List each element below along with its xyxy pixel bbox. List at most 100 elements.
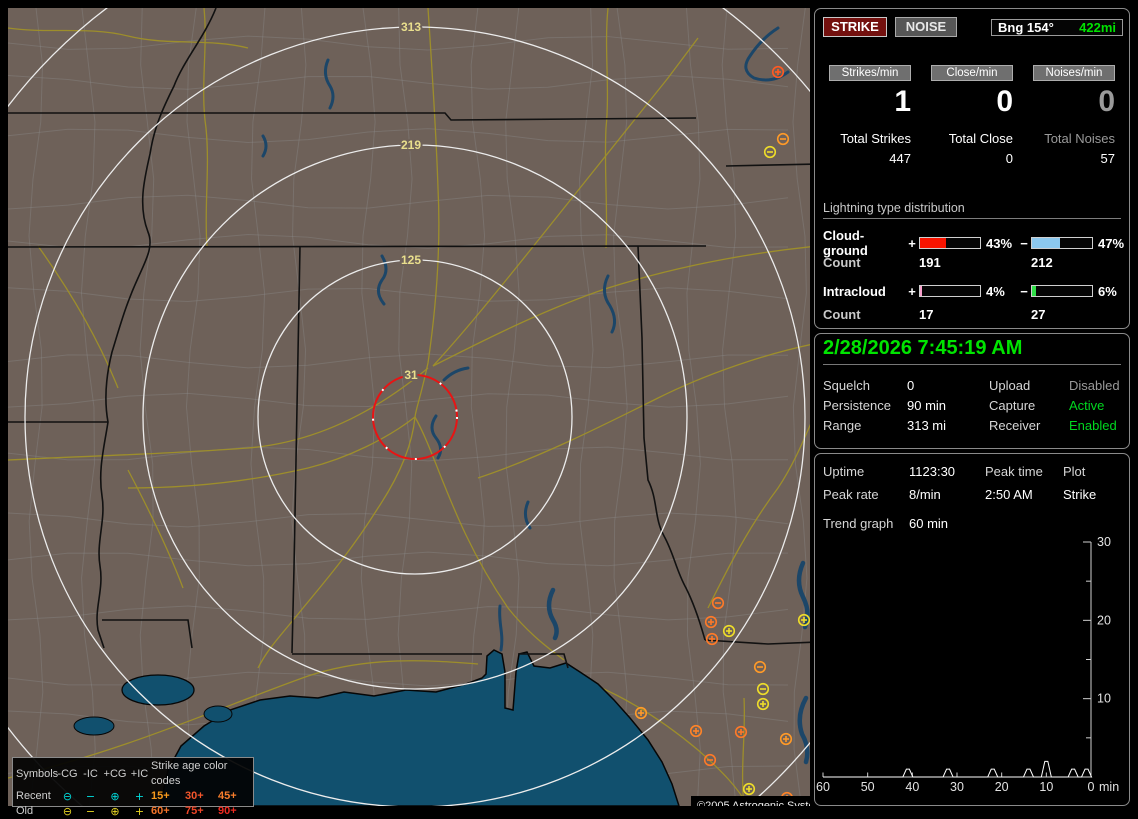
dist-bar-plus-1 (919, 285, 981, 297)
trend-chart: 10 20 30 60 50 40 30 20 10 0 min (816, 535, 1119, 794)
strike-stats-panel: STRIKE NOISE Bng 154° 422mi Strikes/min … (814, 8, 1130, 329)
ic-plus-count: 17 (919, 306, 934, 322)
age-15: 15+ (151, 790, 170, 802)
trend-graph-value: 60 min (909, 516, 949, 531)
legend-symbols-header: Symbols (16, 767, 59, 780)
cloud-ground-label: Cloud-ground (823, 228, 868, 258)
strikes-per-min-value: 1 (894, 85, 911, 118)
intracloud-label: Intracloud (823, 283, 886, 299)
range-label: Range (823, 418, 862, 433)
age-30: 30+ (185, 790, 204, 802)
plot-label: Plot (1063, 464, 1086, 479)
uptime-value: 1123:30 (909, 464, 956, 479)
svg-text:20: 20 (1097, 613, 1111, 627)
legend-col-pos-cg: +CG (103, 767, 127, 780)
svg-text:20: 20 (995, 780, 1009, 794)
uptime-label: Uptime (823, 464, 865, 479)
minus-sign: − (1020, 235, 1028, 251)
datetime-display: 2/28/2026 7:45:19 AM (823, 337, 1121, 365)
total-strikes-label: Total Strikes (840, 131, 911, 146)
cg-minus-count: 212 (1031, 254, 1053, 270)
squelch-value: 0 (907, 378, 915, 393)
plus-sign: + (908, 235, 916, 251)
svg-text:10: 10 (1039, 780, 1053, 794)
svg-text:219: 219 (401, 138, 421, 152)
ic-minus-pct: 6% (1098, 283, 1117, 299)
trend-panel: Uptime 1123:30 Peak time Plot Peak rate … (814, 453, 1130, 806)
svg-text:10: 10 (1097, 692, 1111, 706)
bearing-value: 422mi (1079, 20, 1116, 35)
peak-rate-label: Peak rate (823, 487, 879, 502)
svg-text:30: 30 (950, 780, 964, 794)
legend-age-header: Strike age color codes (151, 760, 228, 787)
copyright-text: ©2005 Astrogenic Systems (697, 800, 810, 806)
chip-strikes-per-min: Strikes/min (829, 65, 911, 81)
ic-minus-recent-icon: − (85, 790, 96, 803)
svg-text:60: 60 (816, 780, 830, 794)
dist-bar-plus-0 (919, 237, 981, 249)
cg-count-label: Count (823, 254, 861, 270)
persistence-label: Persistence (823, 398, 891, 413)
svg-text:0: 0 (1088, 780, 1095, 794)
svg-text:125: 125 (401, 253, 421, 267)
cg-plus-recent-icon: ⊕ (110, 790, 120, 803)
bearing-label: Bng 154° (998, 20, 1054, 35)
bearing-display: Bng 154° 422mi (991, 19, 1123, 36)
range-value: 313 mi (907, 418, 947, 433)
age-45: 45+ (218, 790, 237, 802)
strike-button[interactable]: STRIKE (823, 17, 887, 37)
legend-col-pos-ic: +IC (130, 767, 149, 780)
ic-plus-recent-icon: + (134, 790, 145, 803)
dist-bar-minus-0 (1031, 237, 1093, 249)
copyright-bar: ©2005 Astrogenic Systems (691, 796, 830, 814)
peak-rate-value: 8/min (909, 487, 941, 502)
squelch-label: Squelch (823, 378, 870, 393)
map-symbol-legend: Symbols -CG -IC +CG +IC Strike age color… (12, 757, 254, 818)
setting-value2-1: Active (1069, 398, 1105, 413)
svg-text:40: 40 (905, 780, 919, 794)
svg-text:30: 30 (1097, 535, 1111, 549)
cg-minus-recent-icon: ⊖ (62, 790, 73, 803)
peak-time-value: 2:50 AM (985, 487, 1033, 502)
capture-label: Capture (989, 398, 1036, 413)
total-noises-label: Total Noises (1044, 131, 1115, 146)
plot-value: Strike (1063, 487, 1097, 502)
total-strikes-value: 447 (889, 151, 911, 166)
persistence-value: 90 min (907, 398, 947, 413)
status-panel: 2/28/2026 7:45:19 AM Squelch 0 Upload Di… (814, 333, 1130, 449)
legend-col-neg-cg: -CG (57, 767, 78, 780)
ic-count-label: Count (823, 306, 861, 322)
setting-value2-2: Enabled (1069, 418, 1117, 433)
svg-text:313: 313 (401, 20, 421, 34)
plus-sign: + (908, 283, 916, 299)
setting-value2-0: Disabled (1069, 378, 1120, 393)
ic-minus-count: 27 (1031, 306, 1046, 322)
upload-label: Upload (989, 378, 1031, 393)
noises-per-min-value: 0 (1098, 85, 1115, 118)
total-close-label: Total Close (948, 131, 1013, 146)
dist-bar-minus-1 (1031, 285, 1093, 297)
cg-minus-pct: 47% (1098, 235, 1125, 251)
chip-noises-per-min: Noises/min (1033, 65, 1115, 81)
receiver-label: Receiver (989, 418, 1041, 433)
close-per-min-value: 0 (996, 85, 1013, 118)
legend-row-recent-label: Recent (16, 790, 51, 802)
app-window: { "map": { "center": {"x": 407, "y": 409… (0, 0, 1138, 819)
distribution-title: Lightning type distribution (823, 201, 1121, 219)
svg-text:min: min (1099, 780, 1119, 794)
total-noises-value: 57 (1100, 151, 1115, 166)
ic-plus-pct: 4% (986, 283, 1005, 299)
svg-text:50: 50 (861, 780, 875, 794)
noise-button[interactable]: NOISE (895, 17, 957, 37)
minus-sign: − (1020, 283, 1028, 299)
peak-time-label: Peak time (985, 464, 1043, 479)
lightning-distribution: Lightning type distribution Cloud-ground… (823, 201, 1125, 326)
cg-plus-count: 191 (919, 254, 941, 270)
svg-text:31: 31 (404, 368, 418, 382)
cg-plus-pct: 43% (986, 235, 1013, 251)
legend-col-neg-ic: -IC (83, 767, 98, 780)
chip-close-per-min: Close/min (931, 65, 1013, 81)
trend-graph-label: Trend graph (823, 516, 894, 531)
total-close-value: 0 (1005, 151, 1013, 166)
lightning-map[interactable]: 313 219 125 31 ©2005 Astrogenic Systems (0, 0, 928, 819)
